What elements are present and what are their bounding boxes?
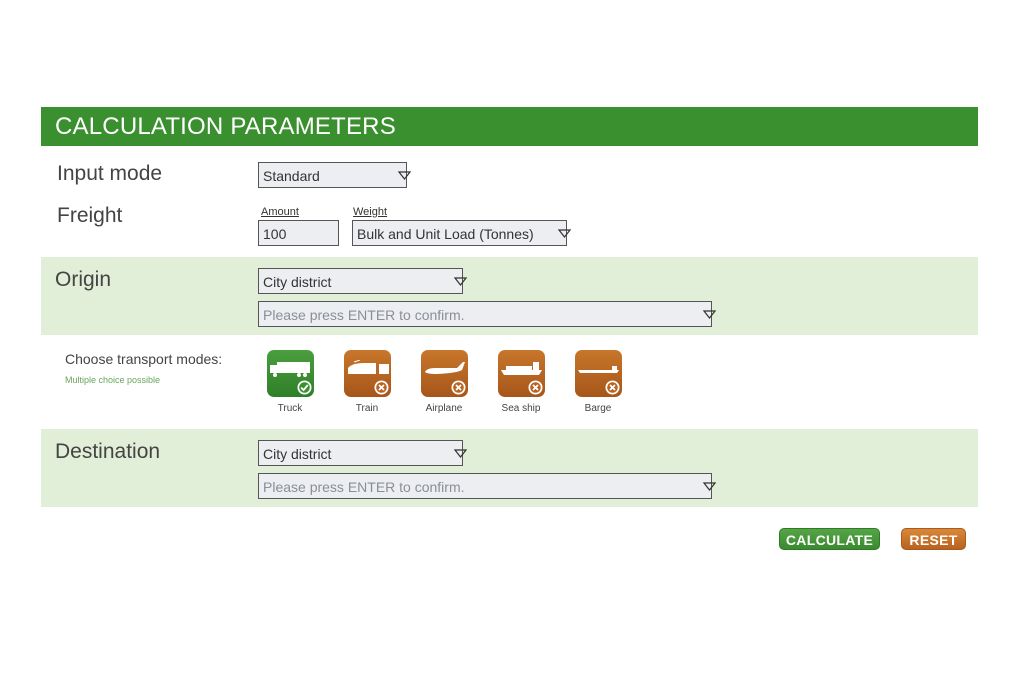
destination-section: Destination City district Please press E… xyxy=(41,429,978,507)
sea-ship-icon xyxy=(500,362,542,375)
transport-mode-truck[interactable]: Truck xyxy=(260,350,320,414)
destination-label: Destination xyxy=(55,440,161,463)
airplane-tile xyxy=(420,350,468,397)
train-tile xyxy=(343,350,391,397)
amount-label: Amount xyxy=(261,206,299,218)
airplane-label: Airplane xyxy=(425,403,463,414)
page-title: CALCULATION PARAMETERS xyxy=(41,107,978,146)
origin-type-value: City district xyxy=(263,274,332,290)
origin-location-placeholder: Please press ENTER to confirm. xyxy=(263,307,465,323)
barge-tile xyxy=(574,350,622,397)
calculation-parameters-panel: CALCULATION PARAMETERS Input mode Standa… xyxy=(41,107,978,550)
transport-modes-title: Choose transport modes: xyxy=(65,351,223,367)
input-mode-value: Standard xyxy=(263,168,320,184)
x-icon xyxy=(451,380,465,395)
destination-location-select[interactable]: Please press ENTER to confirm. xyxy=(258,473,716,499)
transport-mode-airplane[interactable]: Airplane xyxy=(414,350,474,414)
barge-icon xyxy=(577,366,619,373)
weight-select[interactable]: Bulk and Unit Load (Tonnes) xyxy=(352,220,571,246)
reset-button[interactable]: RESET xyxy=(901,528,966,550)
x-icon xyxy=(605,380,619,395)
origin-section: Origin City district Please press ENTER … xyxy=(41,257,978,335)
truck-label: Truck xyxy=(277,403,303,414)
destination-type-select[interactable]: City district xyxy=(258,440,467,466)
origin-location-select[interactable]: Please press ENTER to confirm. xyxy=(258,301,716,327)
input-section: Input mode Standard Freight Amount 100 W… xyxy=(41,146,978,257)
barge-label: Barge xyxy=(584,403,612,414)
weight-value: Bulk and Unit Load (Tonnes) xyxy=(357,226,534,242)
origin-label: Origin xyxy=(55,268,112,291)
calculate-button[interactable]: CALCULATE xyxy=(779,528,880,550)
sea-ship-label: Sea ship xyxy=(501,403,541,414)
airplane-icon xyxy=(424,362,465,374)
input-mode-select[interactable]: Standard xyxy=(258,162,411,188)
transport-mode-barge[interactable]: Barge xyxy=(568,350,628,414)
sea-ship-tile xyxy=(497,350,545,397)
truck-tile xyxy=(266,350,314,397)
destination-type-value: City district xyxy=(263,446,332,462)
truck-icon xyxy=(269,362,310,377)
train-icon xyxy=(347,360,389,374)
destination-location-placeholder: Please press ENTER to confirm. xyxy=(263,479,465,495)
amount-input[interactable]: 100 xyxy=(258,220,339,246)
transport-mode-sea-ship[interactable]: Sea ship xyxy=(491,350,551,414)
transport-modes-section: Choose transport modes: Multiple choice … xyxy=(41,335,978,429)
check-icon xyxy=(297,380,311,395)
freight-label: Freight xyxy=(57,204,123,227)
train-label: Train xyxy=(355,403,379,414)
x-icon xyxy=(528,380,542,395)
x-icon xyxy=(374,380,388,395)
weight-label: Weight xyxy=(353,206,388,218)
input-mode-label: Input mode xyxy=(57,162,163,185)
origin-type-select[interactable]: City district xyxy=(258,268,467,294)
transport-modes-subtitle: Multiple choice possible xyxy=(65,375,161,385)
transport-mode-train[interactable]: Train xyxy=(337,350,397,414)
